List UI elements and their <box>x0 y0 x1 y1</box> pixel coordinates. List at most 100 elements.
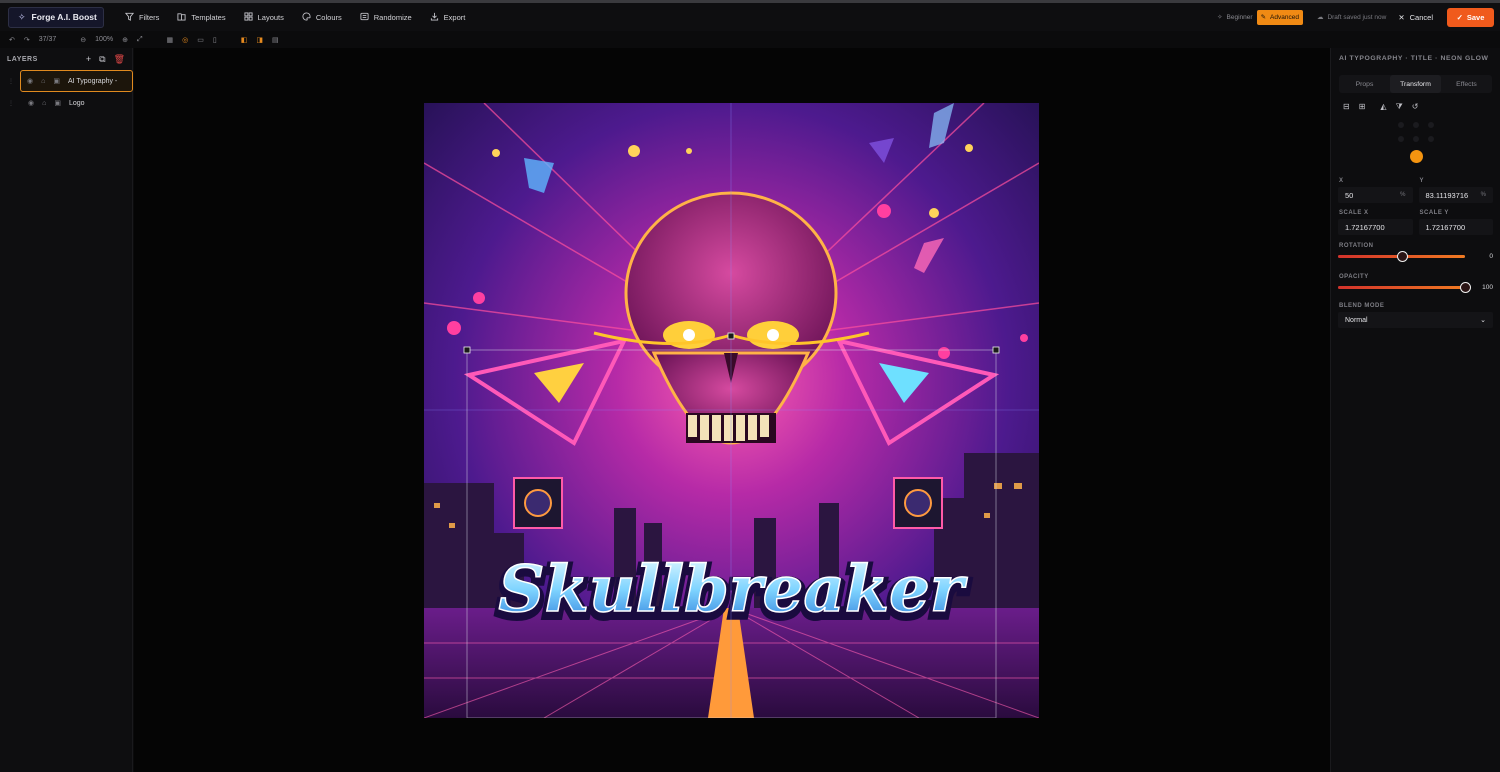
brand-label: Forge A.I. Boost <box>31 12 97 22</box>
palette-icon <box>302 11 311 23</box>
add-layer-icon[interactable]: + <box>86 54 91 64</box>
menu-colours[interactable]: Colours <box>295 7 349 27</box>
main-menu: Filters Templates Layouts Colours Random… <box>118 7 472 27</box>
mode-beginner-button[interactable]: ✧ Beginner <box>1213 10 1256 25</box>
redo-icon[interactable]: ↷ <box>24 36 30 44</box>
anchor-dot[interactable] <box>1397 136 1404 142</box>
blend-mode-value: Normal <box>1345 316 1368 324</box>
x-input[interactable]: 50 % <box>1338 187 1413 203</box>
scale-y-value: 1.72167700 <box>1425 222 1466 232</box>
position-fields: X 50 % Y 83.11193716 % <box>1338 178 1493 203</box>
opacity-slider-row: 100 <box>1338 282 1493 293</box>
brand-button[interactable]: ✧ Forge A.I. Boost <box>8 6 104 28</box>
tab-transform[interactable]: Transform <box>1390 75 1441 93</box>
layer-label: AI Typography - <box>67 77 118 85</box>
delete-layer-icon[interactable]: 🗑 <box>114 54 125 65</box>
x-label: X <box>1339 178 1344 184</box>
rotation-label: ROTATION <box>1339 243 1374 249</box>
artwork-canvas[interactable]: Skullbreaker Skullbreaker <box>424 103 1039 718</box>
panel-right-icon[interactable]: ◨ <box>256 36 263 44</box>
rotation-slider[interactable] <box>1338 251 1465 262</box>
anchor-dot[interactable] <box>1427 136 1434 142</box>
drag-handle-icon[interactable]: ⋮ <box>8 100 14 107</box>
mode-advanced-button[interactable]: ✎ Advanced <box>1256 9 1303 25</box>
menu-randomize[interactable]: Randomize <box>353 7 419 27</box>
anchor-dot[interactable] <box>1412 122 1419 128</box>
anchor-dot[interactable] <box>1397 122 1404 128</box>
layer-item-ai-typography[interactable]: ⋮ ◉ ⌂ ▣ AI Typography - <box>8 70 133 92</box>
menu-filters[interactable]: Filters <box>118 7 166 27</box>
anchor-knob[interactable] <box>1409 150 1423 163</box>
blend-mode-label: BLEND MODE <box>1339 303 1385 309</box>
rotation-slider-thumb[interactable] <box>1396 251 1408 262</box>
y-value: 83.11193716 <box>1425 190 1469 200</box>
eye-icon[interactable]: ◉ <box>28 99 34 107</box>
y-unit: % <box>1480 192 1486 198</box>
canvas-area[interactable]: Skullbreaker Skullbreaker <box>134 48 1330 772</box>
frame-icon[interactable]: ▭ <box>197 36 204 44</box>
export-icon <box>430 12 439 23</box>
y-label: Y <box>1419 178 1425 184</box>
lock-icon[interactable]: ⌂ <box>42 100 46 107</box>
drag-handle-icon[interactable]: ⋮ <box>8 78 14 85</box>
tab-effects[interactable]: Effects <box>1441 75 1492 93</box>
x-value: 50 <box>1345 190 1354 200</box>
anchor-pad[interactable] <box>1394 120 1438 166</box>
cancel-label: Cancel <box>1409 12 1433 22</box>
scale-y-input[interactable]: 1.72167700 <box>1418 219 1493 235</box>
duplicate-layer-icon[interactable]: ⧉ <box>99 54 105 65</box>
opacity-label: OPACITY <box>1339 274 1369 280</box>
scale-x-label: SCALE X <box>1339 210 1369 216</box>
artwork-title: Skullbreaker <box>498 552 967 627</box>
scale-fields: SCALE X 1.72167700 SCALE Y 1.72167700 <box>1338 210 1493 235</box>
panel-left-icon[interactable]: ◧ <box>241 36 248 44</box>
menu-layouts[interactable]: Layouts <box>237 7 291 27</box>
zoom-in-icon[interactable]: ⊕ <box>122 36 128 44</box>
panel-bottom-icon[interactable]: ▤ <box>272 36 279 44</box>
top-actions: ✧ Beginner ✎ Advanced ☁ Draft saved just… <box>1213 6 1494 28</box>
inspector-title: AI TYPOGRAPHY · TITLE · NEON GLOW <box>1339 55 1489 62</box>
wand-icon: ✎ <box>1260 14 1267 21</box>
history-counter: 37/37 <box>38 36 57 43</box>
flip-horizontal-icon[interactable]: ◭ <box>1380 102 1386 112</box>
blend-mode-select[interactable]: Normal ⌄ <box>1338 312 1493 328</box>
fit-screen-icon[interactable]: ⤢ <box>137 36 143 44</box>
rotation-slider-row: 0 <box>1338 251 1493 262</box>
inspector-panel: AI TYPOGRAPHY · TITLE · NEON GLOW Props … <box>1330 48 1500 772</box>
check-icon: ✓ <box>1456 12 1463 22</box>
inspector-tabs: Props Transform Effects <box>1339 75 1492 93</box>
image-icon: ▣ <box>54 100 61 107</box>
flip-vertical-icon[interactable]: ⧩ <box>1396 102 1403 112</box>
grid-toggle-icon[interactable]: ▦ <box>167 36 174 44</box>
undo-icon[interactable]: ↶ <box>9 36 15 44</box>
tab-props[interactable]: Props <box>1339 75 1390 93</box>
menu-templates[interactable]: Templates <box>170 7 232 27</box>
zoom-out-icon[interactable]: ⊖ <box>80 36 86 44</box>
anchor-dot[interactable] <box>1427 122 1434 128</box>
opacity-slider-thumb[interactable] <box>1460 282 1471 293</box>
reset-icon[interactable]: ↺ <box>1412 102 1419 112</box>
menu-export[interactable]: Export <box>423 7 473 27</box>
sparkle-icon: ✧ <box>18 11 26 22</box>
align-middle-icon[interactable]: ⊞ <box>1359 102 1366 112</box>
y-input[interactable]: 83.11193716 % <box>1418 187 1493 203</box>
scale-x-value: 1.72167700 <box>1345 222 1385 232</box>
scale-x-input[interactable]: 1.72167700 <box>1338 219 1413 235</box>
opacity-slider[interactable] <box>1338 282 1471 293</box>
mode-beginner-label: Beginner <box>1226 13 1253 21</box>
mobile-icon[interactable]: ▯ <box>213 36 217 44</box>
target-icon[interactable]: ◎ <box>182 36 188 44</box>
close-icon: ✕ <box>1398 12 1405 22</box>
layers-title: LAYERS <box>7 55 38 63</box>
layer-item-logo[interactable]: ⋮ ◉ ⌂ ▣ Logo <box>0 92 132 114</box>
eye-icon[interactable]: ◉ <box>27 77 33 85</box>
align-center-icon[interactable]: ⊟ <box>1343 102 1350 112</box>
sparkle-small-icon: ✧ <box>1217 14 1223 21</box>
lock-icon[interactable]: ⌂ <box>41 78 45 85</box>
transform-tools: ⊟ ⊞ ◭ ⧩ ↺ <box>1343 102 1500 112</box>
cancel-button[interactable]: ✕ Cancel <box>1398 13 1433 22</box>
layers-panel: LAYERS + ⧉ 🗑 ⋮ ◉ ⌂ ▣ AI Typography - ⋮ ◉… <box>0 48 133 772</box>
layers-header: LAYERS + ⧉ 🗑 <box>0 48 132 70</box>
save-button[interactable]: ✓ Save <box>1447 7 1494 27</box>
anchor-dot[interactable] <box>1412 136 1419 142</box>
